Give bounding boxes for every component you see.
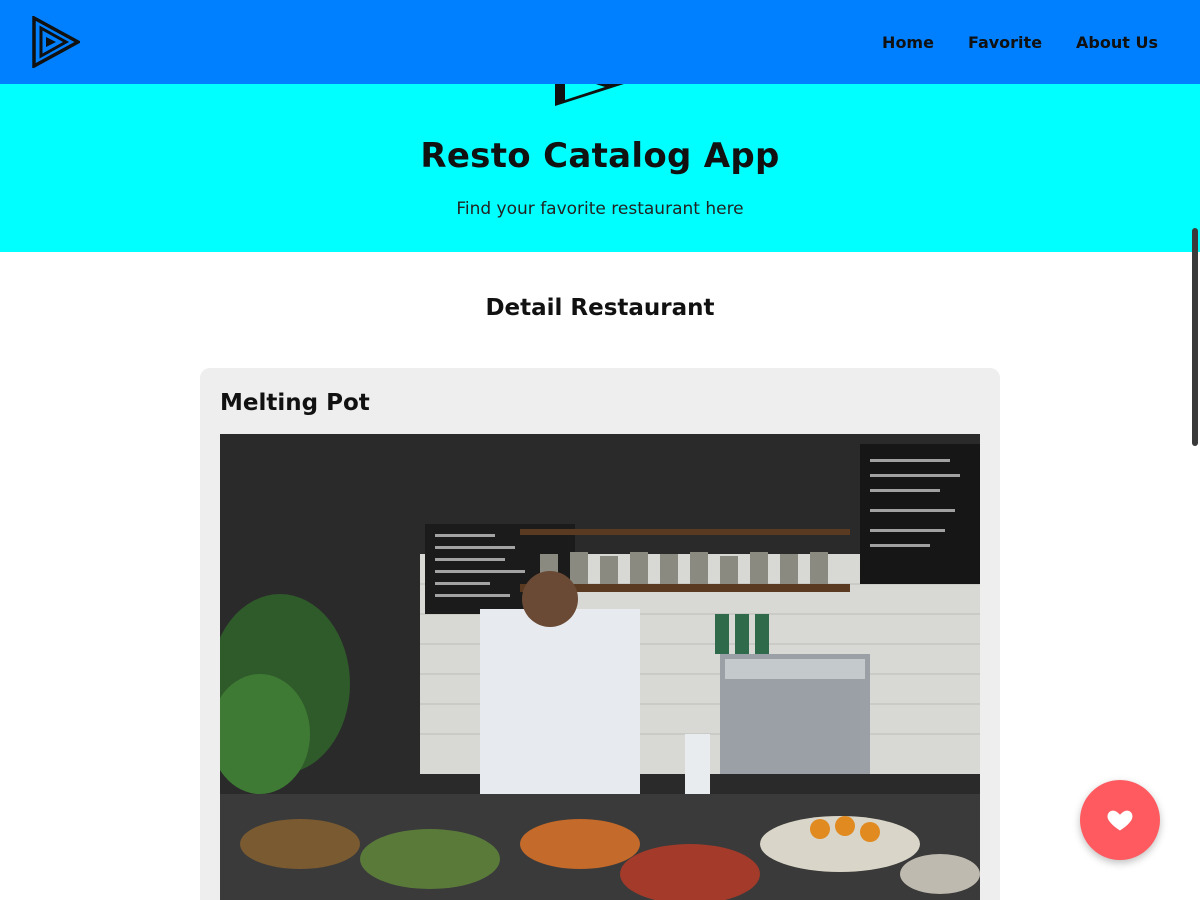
restaurant-image [220, 434, 980, 900]
page-subtitle: Find your favorite restaurant here [456, 199, 744, 219]
scrollbar[interactable] [1192, 228, 1198, 446]
nav-link-home[interactable]: Home [882, 33, 934, 52]
page: Resto Catalog App Find your favorite res… [0, 0, 1200, 900]
heart-icon [1107, 810, 1133, 831]
navbar: Home Favorite About Us [0, 0, 1200, 84]
restaurant-name: Melting Pot [220, 390, 370, 416]
nav-links: Home Favorite About Us [882, 33, 1158, 52]
page-title: Resto Catalog App [420, 136, 780, 176]
section-title: Detail Restaurant [485, 295, 715, 321]
nav-link-favorite[interactable]: Favorite [968, 33, 1042, 52]
restaurant-detail-card: Melting Pot [200, 368, 1000, 900]
restaurant-photo [220, 434, 980, 900]
favorite-button[interactable] [1080, 780, 1160, 860]
play-triangle-logo-icon[interactable] [32, 16, 80, 68]
nav-link-about-us[interactable]: About Us [1076, 33, 1158, 52]
